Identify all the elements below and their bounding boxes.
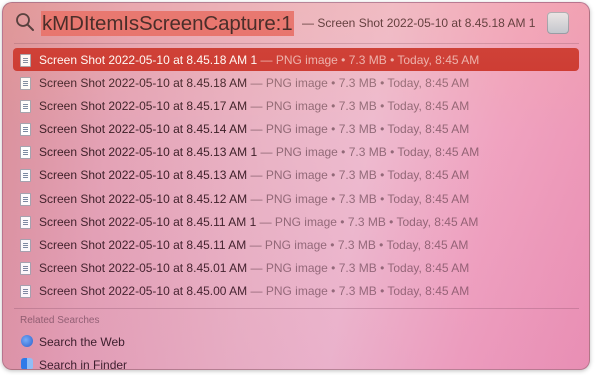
result-row[interactable]: Screen Shot 2022-05-10 at 8.45.13 AM 1 —… [13,140,579,163]
png-file-icon [20,238,31,252]
result-filename: Screen Shot 2022-05-10 at 8.45.00 AM [39,283,248,298]
result-title: Screen Shot 2022-05-10 at 8.45.11 AM — P… [39,238,468,252]
result-row-selected[interactable]: Screen Shot 2022-05-10 at 8.45.18 AM 1 —… [13,48,579,72]
result-title: Screen Shot 2022-05-10 at 8.45.01 AM — P… [39,261,469,275]
search-input[interactable]: kMDItemIsScreenCapture:1 [41,11,294,36]
result-metadata: — PNG image • 7.3 MB • Today, 8:45 AM [247,191,470,206]
result-title: Screen Shot 2022-05-10 at 8.45.12 AM — P… [39,192,469,206]
image-preview-icon [547,12,569,34]
result-title: Screen Shot 2022-05-10 at 8.45.13 AM — P… [39,168,469,182]
result-filename: Screen Shot 2022-05-10 at 8.45.13 AM 1 [39,145,258,160]
png-file-icon [20,146,31,160]
result-row[interactable]: Screen Shot 2022-05-10 at 8.45.01 AM — P… [13,256,579,279]
web-search-icon [21,335,33,347]
result-row[interactable]: Screen Shot 2022-05-10 at 8.45.14 AM — P… [13,117,579,140]
result-filename: Screen Shot 2022-05-10 at 8.45.18 AM [39,76,248,91]
png-file-icon [20,284,31,298]
result-filename: Screen Shot 2022-05-10 at 8.45.01 AM [39,260,248,275]
search-bar[interactable]: kMDItemIsScreenCapture:1 — Screen Shot 2… [3,3,589,43]
result-metadata: — PNG image • 7.3 MB • Today, 8:45 AM [247,76,470,91]
result-filename: Screen Shot 2022-05-10 at 8.45.13 AM [39,168,248,183]
result-metadata: — PNG image • 7.3 MB • Today, 8:45 AM [256,214,479,229]
result-row[interactable]: Screen Shot 2022-05-10 at 8.45.11 AM 1 —… [13,210,579,233]
search-divider [14,43,579,44]
result-metadata: — PNG image • 7.3 MB • Today, 8:45 AM [247,122,470,137]
finder-icon [21,358,33,369]
png-file-icon [20,169,31,183]
result-title: Screen Shot 2022-05-10 at 8.45.00 AM — P… [39,284,469,298]
png-file-icon [20,77,31,91]
related-searches-heading: Related Searches [20,315,100,326]
result-metadata: — PNG image • 7.3 MB • Today, 8:45 AM [247,260,470,275]
result-row[interactable]: Screen Shot 2022-05-10 at 8.45.11 AM — P… [13,233,579,256]
result-title: Screen Shot 2022-05-10 at 8.45.11 AM 1 —… [39,215,478,229]
related-divider [14,308,579,309]
result-metadata: — PNG image • 7.3 MB • Today, 8:45 AM [247,168,470,183]
result-row[interactable]: Screen Shot 2022-05-10 at 8.45.13 AM — P… [13,163,579,186]
result-metadata: — PNG image • 7.3 MB • Today, 8:45 AM [257,145,480,160]
related-search-label: Search the Web [39,335,125,349]
results-list: Screen Shot 2022-05-10 at 8.45.18 AM 1 —… [13,48,579,302]
magnifying-glass-icon [16,13,34,31]
search-completion-hint: — Screen Shot 2022-05-10 at 8.45.18 AM 1 [302,16,536,30]
result-row[interactable]: Screen Shot 2022-05-10 at 8.45.17 AM — P… [13,94,579,117]
spotlight-window: kMDItemIsScreenCapture:1 — Screen Shot 2… [2,2,590,370]
result-filename: Screen Shot 2022-05-10 at 8.45.17 AM [39,99,248,114]
result-metadata: — PNG image • 7.3 MB • Today, 8:45 AM [257,53,480,67]
result-row[interactable]: Screen Shot 2022-05-10 at 8.45.00 AM — P… [13,279,579,302]
result-title: Screen Shot 2022-05-10 at 8.45.17 AM — P… [39,99,469,113]
result-row[interactable]: Screen Shot 2022-05-10 at 8.45.12 AM — P… [13,187,579,210]
png-file-icon [20,192,31,206]
result-filename: Screen Shot 2022-05-10 at 8.45.14 AM [39,122,248,137]
png-file-icon [20,215,31,229]
result-filename: Screen Shot 2022-05-10 at 8.45.12 AM [39,191,248,206]
result-filename: Screen Shot 2022-05-10 at 8.45.11 AM [39,237,247,252]
result-title: Screen Shot 2022-05-10 at 8.45.18 AM 1 —… [39,53,479,67]
result-title: Screen Shot 2022-05-10 at 8.45.14 AM — P… [39,122,469,136]
png-file-icon [20,261,31,275]
result-title: Screen Shot 2022-05-10 at 8.45.13 AM 1 —… [39,145,479,159]
png-file-icon [20,100,31,114]
result-metadata: — PNG image • 7.3 MB • Today, 8:45 AM [246,237,469,252]
result-filename: Screen Shot 2022-05-10 at 8.45.18 AM 1 [39,53,258,67]
png-file-icon [20,54,31,67]
result-filename: Screen Shot 2022-05-10 at 8.45.11 AM 1 [39,214,257,229]
result-metadata: — PNG image • 7.3 MB • Today, 8:45 AM [247,283,470,298]
result-title: Screen Shot 2022-05-10 at 8.45.18 AM — P… [39,76,469,90]
related-search-label: Search in Finder [39,358,128,370]
result-row[interactable]: Screen Shot 2022-05-10 at 8.45.18 AM — P… [13,71,579,94]
png-file-icon [20,123,31,137]
result-metadata: — PNG image • 7.3 MB • Today, 8:45 AM [247,99,470,114]
